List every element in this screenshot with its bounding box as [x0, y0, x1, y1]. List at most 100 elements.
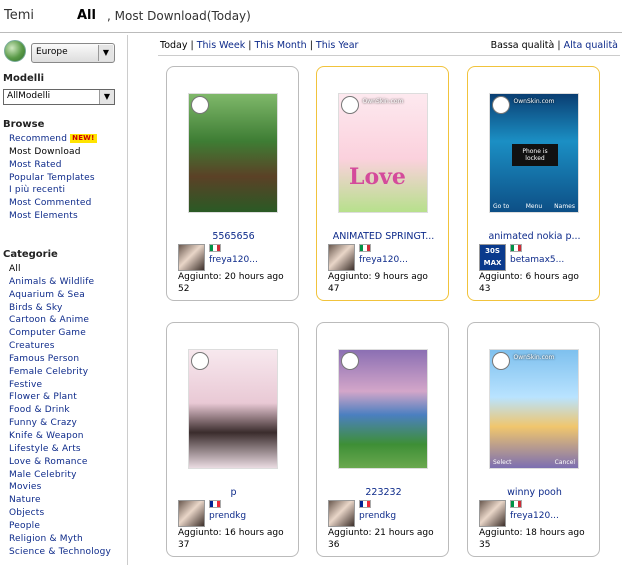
filter-all-link[interactable]: All	[77, 8, 96, 23]
browse-item-popular-templates[interactable]: Popular Templates	[9, 172, 97, 185]
theme-title[interactable]: 5565656	[167, 231, 300, 242]
category-item[interactable]: Science & Technology	[9, 546, 111, 559]
category-item[interactable]: Festive	[9, 379, 111, 392]
uploader-link[interactable]: freya120...	[510, 511, 559, 521]
thumb-lock-text: Phone is locked	[512, 144, 558, 166]
added-value: 18 hours ago	[525, 528, 585, 538]
browse-item-most-download[interactable]: Most Download	[9, 146, 97, 159]
thumb-site: OwnSkin.com	[513, 98, 555, 105]
category-item[interactable]: Movies	[9, 481, 111, 494]
theme-title[interactable]: 223232	[317, 487, 450, 498]
category-item[interactable]: Lifestyle & Arts	[9, 443, 111, 456]
theme-thumbnail[interactable]	[188, 93, 278, 213]
category-item[interactable]: All	[9, 263, 111, 276]
browse-item-most-elements[interactable]: Most Elements	[9, 210, 97, 223]
categories-heading: Categorie	[3, 249, 58, 260]
filter-this-month[interactable]: This Month	[254, 40, 306, 51]
browse-item-label: Recommend	[9, 134, 68, 144]
theme-title[interactable]: winny pooh	[468, 487, 601, 498]
added-label: Aggiunto:	[178, 272, 222, 282]
added-value: 9 hours ago	[374, 272, 428, 282]
category-item[interactable]: Love & Romance	[9, 456, 111, 469]
uploader-link[interactable]: prendkg	[209, 511, 246, 521]
theme-thumbnail[interactable]	[338, 349, 428, 469]
avatar[interactable]	[328, 500, 355, 527]
flag-icon	[209, 244, 221, 252]
added-value: 20 hours ago	[224, 272, 284, 282]
thumb-site: OwnSkin.com	[513, 354, 555, 361]
avatar[interactable]	[178, 500, 205, 527]
flag-icon	[359, 244, 371, 252]
theme-thumbnail[interactable]: OwnSkin.com Phone is locked Go to Menu Names	[489, 93, 579, 213]
theme-card[interactable]: OwnSkin.com Phone is locked Go to Menu Names…	[467, 66, 600, 301]
clock-icon	[191, 96, 209, 114]
theme-thumbnail[interactable]: OwnSkin.com Select Cancel	[489, 349, 579, 469]
browse-item-most-rated[interactable]: Most Rated	[9, 159, 97, 172]
category-item[interactable]: Cartoon & Anime	[9, 314, 111, 327]
chevron-down-icon[interactable]: ▼	[99, 90, 114, 104]
category-item[interactable]: Flower & Plant	[9, 391, 111, 404]
uploader-link[interactable]: freya120...	[209, 255, 258, 265]
theme-thumbnail[interactable]	[188, 349, 278, 469]
category-item[interactable]: Male Celebrity	[9, 469, 111, 482]
flag-icon	[510, 244, 522, 252]
category-item[interactable]: Famous Person	[9, 353, 111, 366]
quality-low[interactable]: Bassa qualità	[491, 40, 555, 51]
browse-item-most-commented[interactable]: Most Commented	[9, 197, 97, 210]
theme-card[interactable]: OwnSkin.com Love ANIMATED SPRINGT... frey…	[316, 66, 449, 301]
filter-this-week[interactable]: This Week	[197, 40, 245, 51]
downloads-line: 35	[479, 540, 490, 550]
quality-high[interactable]: Alta qualità	[564, 40, 618, 51]
theme-title[interactable]: ANIMATED SPRINGT...	[317, 231, 450, 242]
quality-filter-bar: Bassa qualità | Alta qualità	[490, 40, 618, 51]
category-item[interactable]: Knife & Weapon	[9, 430, 111, 443]
theme-card[interactable]: 5565656 freya120... Aggiunto: 20 hours a…	[166, 66, 299, 301]
avatar[interactable]	[328, 244, 355, 271]
chevron-down-icon[interactable]: ▼	[98, 45, 113, 61]
category-item[interactable]: Objects	[9, 507, 111, 520]
category-item[interactable]: Computer Game	[9, 327, 111, 340]
category-item[interactable]: Religion & Myth	[9, 533, 111, 546]
theme-card[interactable]: 223232 prendkg Aggiunto: 21 hours ago 36	[316, 322, 449, 557]
filter-today[interactable]: Today	[160, 40, 187, 51]
avatar[interactable]: 30S MAX	[479, 244, 506, 271]
uploader-link[interactable]: prendkg	[359, 511, 396, 521]
avatar[interactable]	[178, 244, 205, 271]
browse-item-recommend[interactable]: Recommend NEW!	[9, 133, 97, 146]
theme-thumbnail[interactable]: OwnSkin.com Love	[338, 93, 428, 213]
category-item[interactable]: Female Celebrity	[9, 366, 111, 379]
added-label: Aggiunto:	[479, 272, 523, 282]
time-filter-bar: Today | This Week | This Month | This Ye…	[160, 40, 359, 51]
downloads-line: 47	[328, 284, 339, 294]
uploader-link[interactable]: freya120...	[359, 255, 408, 265]
category-list: All Animals & Wildlife Aquarium & Sea Birds…	[9, 263, 111, 558]
model-select[interactable]: AllModelli ▼	[3, 89, 115, 105]
downloads-line: 43	[479, 284, 490, 294]
category-item[interactable]: Aquarium & Sea	[9, 289, 111, 302]
category-item[interactable]: People	[9, 520, 111, 533]
category-item[interactable]: Funny & Crazy	[9, 417, 111, 430]
added-label: Aggiunto:	[178, 528, 222, 538]
theme-card[interactable]: OwnSkin.com Select Cancel winny pooh freya…	[467, 322, 600, 557]
category-item[interactable]: Creatures	[9, 340, 111, 353]
category-item[interactable]: Birds & Sky	[9, 302, 111, 315]
uploader-link[interactable]: betamax5...	[510, 255, 564, 265]
theme-card[interactable]: p prendkg Aggiunto: 16 hours ago 37	[166, 322, 299, 557]
flag-icon	[510, 500, 522, 508]
category-item[interactable]: Animals & Wildlife	[9, 276, 111, 289]
model-value: AllModelli	[7, 91, 51, 101]
downloads-value: 36	[328, 540, 340, 550]
theme-title[interactable]: p	[167, 487, 300, 498]
downloads-line: 36	[328, 540, 339, 550]
avatar[interactable]	[479, 500, 506, 527]
theme-title[interactable]: animated nokia p...	[468, 231, 601, 242]
added-label: Aggiunto:	[479, 528, 523, 538]
flag-icon	[209, 500, 221, 508]
category-item[interactable]: Food & Drink	[9, 404, 111, 417]
filter-this-year[interactable]: This Year	[316, 40, 359, 51]
browse-item-recent[interactable]: I più recenti	[9, 184, 97, 197]
category-item[interactable]: Nature	[9, 494, 111, 507]
browse-list: Recommend NEW! Most Download Most Rated P…	[9, 133, 97, 223]
region-select[interactable]: Europe ▼	[31, 43, 115, 63]
downloads-line: 37	[178, 540, 189, 550]
